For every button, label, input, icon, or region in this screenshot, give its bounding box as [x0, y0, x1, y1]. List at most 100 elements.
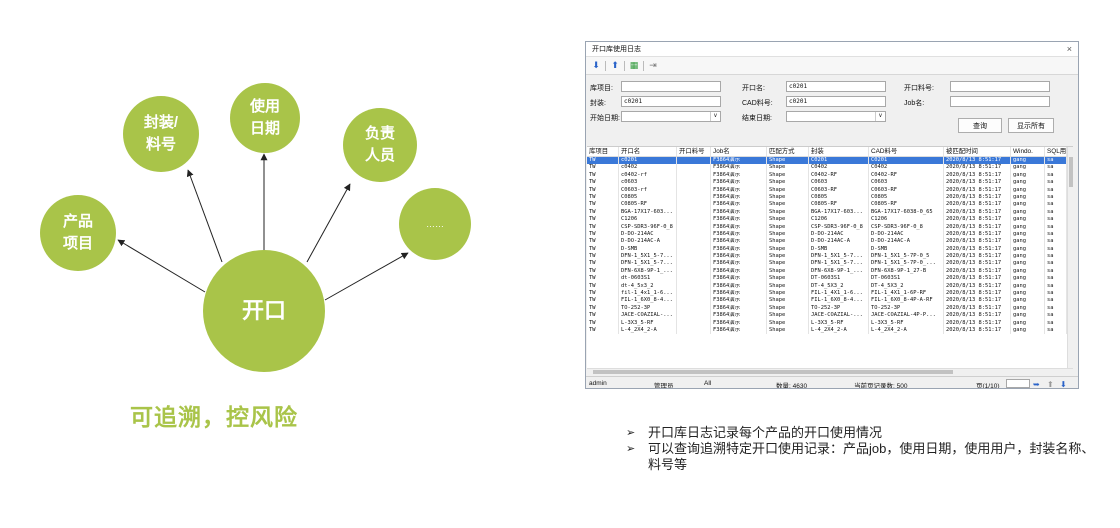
column-header[interactable]: Job名 [711, 147, 767, 156]
table-cell: 2020/8/13 8:51:17 [944, 260, 1011, 268]
horizontal-scrollbar[interactable] [587, 368, 1073, 375]
table-cell: FIL-1_4X1_1-6... [809, 290, 869, 298]
column-header[interactable]: 封装 [809, 147, 869, 156]
table-cell: gang [1011, 208, 1045, 217]
table-cell: gang [1011, 223, 1045, 231]
table-cell: 2020/8/13 8:51:17 [944, 238, 1011, 246]
table-cell [677, 260, 711, 268]
table-cell: TW [587, 290, 619, 298]
table-row[interactable]: TW dt-4_5x3_2 F3864演示 Shape DT-4_5X3_2 DT-4_5… [587, 282, 1073, 291]
table-cell: 2020/8/13 8:51:17 [944, 304, 1011, 313]
table-cell: L-4_2X4_2-A [809, 326, 869, 335]
table-cell: F3864演示 [711, 179, 767, 187]
up-arrow-icon[interactable]: ⬆ [609, 60, 621, 72]
table-cell: DFN-1_5X1_5-7... [809, 253, 869, 261]
node-label: 使用 日期 [249, 98, 280, 137]
column-header[interactable]: 开口名 [619, 147, 677, 156]
close-icon[interactable]: × [1067, 44, 1072, 54]
table-cell: JACE-COAZIAL-... [619, 312, 677, 320]
table-cell: gang [1011, 319, 1045, 327]
table-row[interactable]: TW C1206 F3864演示 Shape C1206 C1206 2020/8/13 8… [587, 216, 1073, 224]
table-row[interactable]: TW dt-0603S1 F3864演示 Shape DT-0603S1 DT-0603S… [587, 275, 1073, 283]
table-row[interactable]: TW DFN-1_5X1_5-7... F3864演示 Shape DFN-1_5X1_… [587, 260, 1073, 268]
table-body: TW c0201 F3864演示 Shape C0201 C0201 2020/8/13 8… [587, 157, 1073, 335]
table-row[interactable]: TW FIL-1_6X0_8-4... F3864演示 Shape FIL-1_6X0_… [587, 297, 1073, 305]
table-cell: F3864演示 [711, 186, 767, 194]
node-use-date: 使用 日期 [230, 83, 300, 153]
column-header[interactable]: 库项目 [587, 147, 619, 156]
table-row[interactable]: TW JACE-COAZIAL-... F3864演示 Shape JACE-COAZI… [587, 312, 1073, 320]
table-cell [677, 245, 711, 254]
start-date-picker[interactable]: ∨ [621, 111, 721, 122]
open-part-input[interactable] [950, 81, 1050, 92]
arrow-bullet-icon: ➢ [626, 443, 636, 455]
table-row[interactable]: TW C0805-RF F3864演示 Shape C0805-RF C0805-RF 20… [587, 201, 1073, 209]
table-cell: 2020/8/13 8:51:17 [944, 275, 1011, 283]
chevron-down-icon[interactable]: ∨ [710, 112, 720, 121]
table-cell: TW [587, 312, 619, 320]
table-row[interactable]: TW BGA-17X17-603... F3864演示 Shape BGA-17X17-… [587, 208, 1073, 217]
table-row[interactable]: TW CSP-SDR3-96F-0_8 F3864演示 Shape CSP-SDR3-9… [587, 223, 1073, 231]
table-cell: TW [587, 267, 619, 276]
bullet-item: ➢ 开口库日志记录每个产品的开口使用情况 [626, 425, 1096, 441]
column-header[interactable]: 匹配方式 [767, 147, 809, 156]
scroll-thumb[interactable] [593, 370, 953, 374]
table-cell: 2020/8/13 8:51:17 [944, 201, 1011, 209]
down-arrow-icon[interactable]: ⬇ [1060, 380, 1067, 388]
table-row[interactable]: TW C0805 F3864演示 Shape C0805 C0805 2020/8/13 8… [587, 193, 1073, 202]
table-cell: gang [1011, 238, 1045, 246]
table-row[interactable]: TW c0402-rf F3864演示 Shape C0402-RF C0402-RF 20… [587, 171, 1073, 180]
package-label: 封装: [590, 100, 606, 107]
table-cell: gang [1011, 164, 1045, 172]
end-date-picker[interactable]: ∨ [786, 111, 886, 122]
down-arrow-icon[interactable]: ⬇ [590, 60, 602, 72]
open-name-input[interactable]: c0201 [786, 81, 886, 92]
node-label: 封装/ 料号 [143, 114, 179, 153]
chevron-down-icon[interactable]: ∨ [875, 112, 885, 121]
concept-diagram: 产品 项目 封装/ 料号 使用 日期 负责 人员 …… 开口 可追溯，控风险 [0, 0, 560, 528]
table-cell: C1206 [619, 216, 677, 224]
vertical-scrollbar[interactable] [1067, 147, 1073, 368]
table-cell: Shape [767, 245, 809, 254]
table-row[interactable]: TW fil-1_4x1_1-6... F3864演示 Shape FIL-1_4X1_… [587, 290, 1073, 298]
package-input[interactable]: c0201 [621, 96, 721, 107]
column-header[interactable]: SQL用 [1045, 147, 1067, 156]
table-cell: DFN-6X8-9P-1_27-B [869, 267, 944, 276]
column-header[interactable]: 被匹配时间 [944, 147, 1011, 156]
table-cell: sa [1045, 297, 1067, 305]
show-all-button[interactable]: 显示所有 [1008, 118, 1054, 133]
table-row[interactable]: TW DFN-6X8-9P-1_... F3864演示 Shape DFN-6X8-9P… [587, 267, 1073, 276]
table-cell: Shape [767, 208, 809, 217]
table-row[interactable]: TW D-SMB F3864演示 Shape D-SMB D-SMB 2020/8/13 8… [587, 245, 1073, 254]
job-input[interactable] [950, 96, 1050, 107]
table-cell: 2020/8/13 8:51:17 [944, 319, 1011, 327]
table-row[interactable]: TW c0402 F3864演示 Shape C0402 C0402 2020/8/13 8… [587, 164, 1073, 172]
project-input[interactable] [621, 81, 721, 92]
table-row[interactable]: TW c0603 F3864演示 Shape C0603 C0603 2020/8/13 8… [587, 179, 1073, 187]
table-row[interactable]: TW c0201 F3864演示 Shape C0201 C0201 2020/8/13 8… [587, 157, 1073, 165]
table-row[interactable]: TW L-4_2X4_2-A F3864演示 Shape L-4_2X4_2-A L-4_… [587, 326, 1073, 335]
node-product-project: 产品 项目 [40, 195, 116, 271]
table-cell: Shape [767, 260, 809, 268]
go-arrow-icon[interactable]: ➥ [1033, 380, 1040, 388]
exit-icon[interactable]: ⇥ [647, 60, 659, 72]
table-cell: C0805 [809, 193, 869, 202]
up-arrow-icon[interactable]: ⬆ [1047, 380, 1054, 388]
table-row[interactable]: TW D-DO-214AC-A F3864演示 Shape D-DO-214AC-A D-… [587, 238, 1073, 246]
page-input[interactable] [1006, 379, 1030, 388]
table-row[interactable]: TW C0603-rf F3864演示 Shape C0603-RF C0603-RF 20… [587, 186, 1073, 194]
column-header[interactable]: Windo. [1011, 147, 1045, 156]
table-cell: 2020/8/13 8:51:17 [944, 186, 1011, 194]
cad-part-input[interactable]: c0201 [786, 96, 886, 107]
column-header[interactable]: CAD料号 [869, 147, 944, 156]
grid-icon[interactable]: ▦ [628, 60, 640, 72]
table-cell: sa [1045, 208, 1067, 217]
table-row[interactable]: TW D-DO-214AC F3864演示 Shape D-DO-214AC D-DO-2… [587, 230, 1073, 239]
table-cell: sa [1045, 223, 1067, 231]
query-button[interactable]: 查询 [958, 118, 1002, 133]
column-header[interactable]: 开口料号 [677, 147, 711, 156]
scroll-thumb[interactable] [1069, 157, 1073, 187]
table-row[interactable]: TW L-3X3_5-RF F3864演示 Shape L-3X3_5-RF L-3X3_… [587, 319, 1073, 327]
table-row[interactable]: TW DFN-1_5X1_5-7... F3864演示 Shape DFN-1_5X1_… [587, 253, 1073, 261]
table-row[interactable]: TW TO-252-3P F3864演示 Shape TO-252-3P TO-252-3… [587, 304, 1073, 313]
